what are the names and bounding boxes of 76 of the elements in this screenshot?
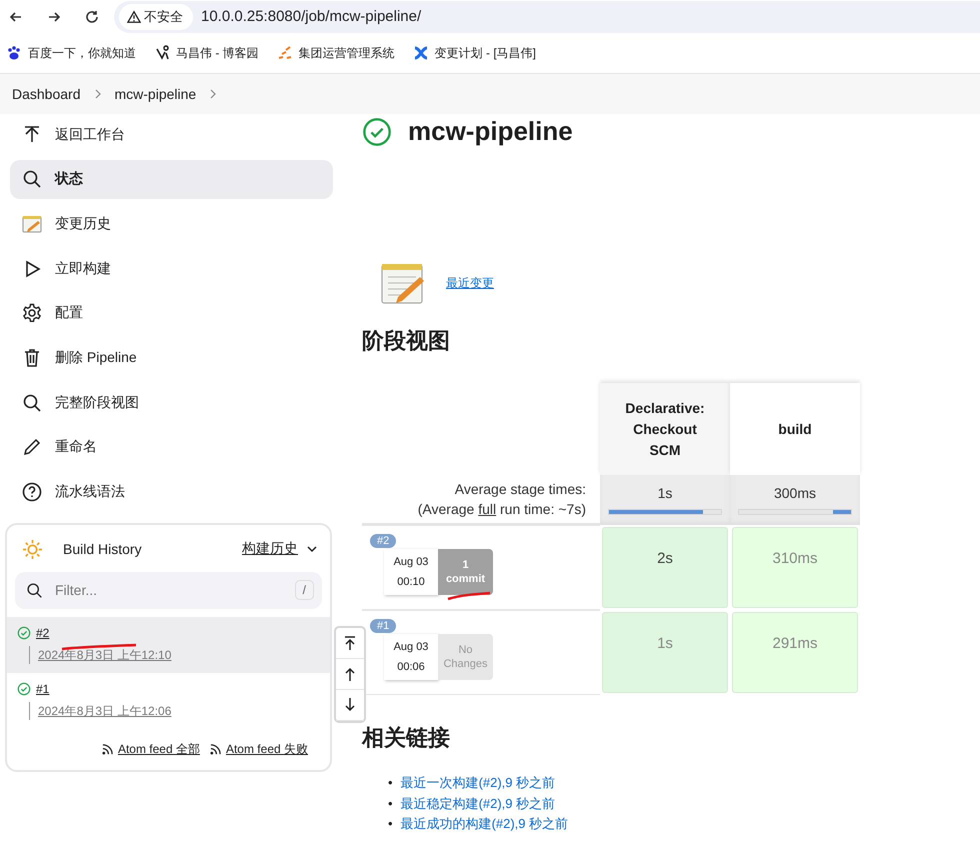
build-link[interactable]: #2 (36, 626, 50, 640)
sidebar-item[interactable]: 立即构建 (10, 249, 333, 288)
stage-time-cell[interactable]: 2s (602, 527, 728, 608)
average-time: 1s (658, 485, 672, 501)
rss-icon (210, 744, 221, 754)
build-link[interactable]: #1 (36, 682, 50, 696)
sidebar-item[interactable]: 重命名 (10, 428, 333, 467)
filter-field[interactable]: Filter... / (15, 572, 322, 608)
sidebar-item[interactable]: 删除 Pipeline (10, 338, 333, 378)
feed-link[interactable]: Atom feed 全部 (118, 740, 200, 758)
build-row[interactable]: #2 2024年8月3日 上午12:10 (7, 616, 330, 672)
search-icon (26, 582, 43, 598)
notepad-icon (380, 261, 426, 305)
chevron-icon (92, 89, 102, 99)
success-icon (362, 116, 392, 146)
shortcut-key: / (294, 580, 314, 600)
build-time-link[interactable]: 2024年8月3日 上午12:06 (38, 704, 172, 718)
sun-icon (22, 538, 43, 560)
average-run-time: (Average full run time: ~7s) (418, 501, 586, 517)
up-arrow-icon (22, 124, 42, 144)
build-time-link[interactable]: 2024年8月3日 上午12:10 (38, 648, 172, 662)
rss-icon (102, 744, 113, 754)
sidebar-item[interactable]: 变更历史 (10, 204, 333, 244)
success-icon (17, 626, 31, 640)
paw-icon (6, 45, 22, 61)
stage-header: build (730, 383, 860, 475)
search-icon (22, 169, 42, 190)
section-heading: 阶段视图 (362, 327, 451, 355)
warning-icon (127, 10, 141, 24)
related-link[interactable]: 最近稳定构建(#2),9 秒之前 (400, 794, 556, 814)
sidebar-item[interactable]: 完整阶段视图 (10, 383, 333, 422)
sidebar-item[interactable]: 配置 (10, 294, 333, 333)
dashes-icon (276, 45, 293, 61)
breadcrumb-link[interactable]: mcw-pipeline (114, 86, 196, 102)
filter-input[interactable]: Filter... (53, 581, 295, 599)
job-title: mcw-pipeline (408, 116, 573, 147)
bullet: • (388, 794, 393, 812)
url-text: 10.0.0.25:8080/job/mcw-pipeline/ (201, 8, 422, 25)
sidebar-item[interactable]: 返回工作台 (10, 115, 333, 154)
date-box: Aug 03 00:06 (384, 634, 438, 680)
notepad-icon (22, 214, 42, 234)
gear-icon (22, 303, 42, 324)
address-bar[interactable]: 不安全 10.0.0.25:8080/job/mcw-pipeline/ (114, 0, 980, 32)
sidebar-item[interactable]: 状态 (10, 160, 333, 199)
related-link[interactable]: 最近一次构建(#2),9 秒之前 (400, 773, 556, 794)
scribble-mark (446, 591, 492, 601)
sidebar-item[interactable]: 流水线语法 (10, 472, 333, 512)
build-history-link[interactable]: 构建历史 (242, 540, 298, 558)
search-icon (22, 392, 42, 413)
breadcrumb-link[interactable]: Dashboard (12, 86, 80, 102)
bullet: • (388, 815, 393, 833)
bookmark[interactable]: 集团运营管理系统 (276, 44, 395, 62)
bookmark[interactable]: 百度一下，你就知道 (6, 44, 136, 62)
average-time: 300ms (774, 485, 816, 501)
chevron-icon (208, 89, 218, 99)
reload-icon[interactable] (84, 8, 100, 24)
related-link[interactable]: 最近成功的构建(#2),9 秒之前 (400, 814, 568, 834)
security-chip[interactable]: 不安全 (119, 4, 193, 30)
help-icon (22, 482, 42, 502)
figure-icon (154, 45, 170, 61)
full-link[interactable]: full (478, 501, 496, 517)
feed-link[interactable]: Atom feed 失败 (226, 740, 308, 758)
trash-icon (22, 348, 42, 368)
recent-changes-link[interactable]: 最近变更 (446, 274, 494, 292)
bullet: • (388, 774, 393, 792)
build-row[interactable]: #1 2024年8月3日 上午12:06 (7, 672, 330, 728)
bookmark[interactable]: 变更计划 - [马昌伟] (412, 44, 536, 62)
stage-header: Declarative: Checkout SCM (600, 383, 730, 475)
average-label: Average stage times: (454, 481, 586, 497)
date-box: Aug 03 00:10 (384, 548, 438, 594)
panel-title: Build History (63, 541, 143, 557)
success-icon (17, 682, 31, 696)
cross-icon (412, 45, 429, 61)
pencil-icon (22, 437, 42, 458)
bookmark[interactable]: 马昌伟 - 博客园 (154, 44, 259, 62)
section-heading: 相关链接 (362, 724, 451, 752)
